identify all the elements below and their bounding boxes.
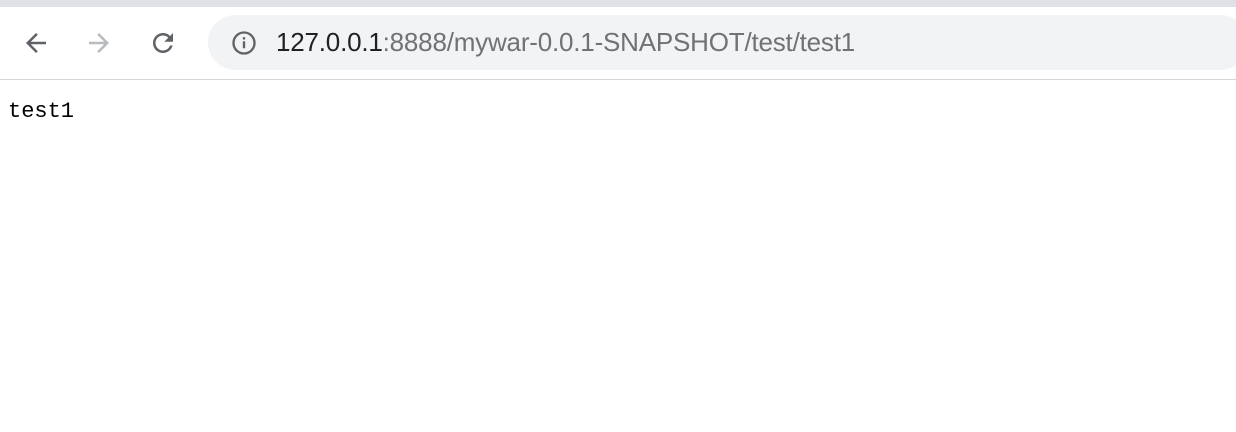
url-path: :8888/mywar-0.0.1-SNAPSHOT/test/test1	[382, 27, 856, 57]
browser-window: 127.0.0.1:8888/mywar-0.0.1-SNAPSHOT/test…	[0, 0, 1236, 432]
forward-button[interactable]	[79, 23, 119, 63]
reload-button[interactable]	[143, 23, 183, 63]
url-text[interactable]: 127.0.0.1:8888/mywar-0.0.1-SNAPSHOT/test…	[276, 15, 855, 70]
url-host: 127.0.0.1	[276, 27, 383, 57]
arrow-right-icon	[89, 33, 109, 53]
arrow-left-icon	[26, 33, 46, 53]
page-body-text: test1	[8, 99, 75, 124]
browser-toolbar: 127.0.0.1:8888/mywar-0.0.1-SNAPSHOT/test…	[0, 7, 1236, 80]
tab-strip	[0, 0, 1236, 7]
info-icon[interactable]	[230, 29, 258, 57]
back-button[interactable]	[16, 23, 56, 63]
reload-icon	[153, 33, 173, 53]
address-bar[interactable]: 127.0.0.1:8888/mywar-0.0.1-SNAPSHOT/test…	[208, 15, 1236, 70]
